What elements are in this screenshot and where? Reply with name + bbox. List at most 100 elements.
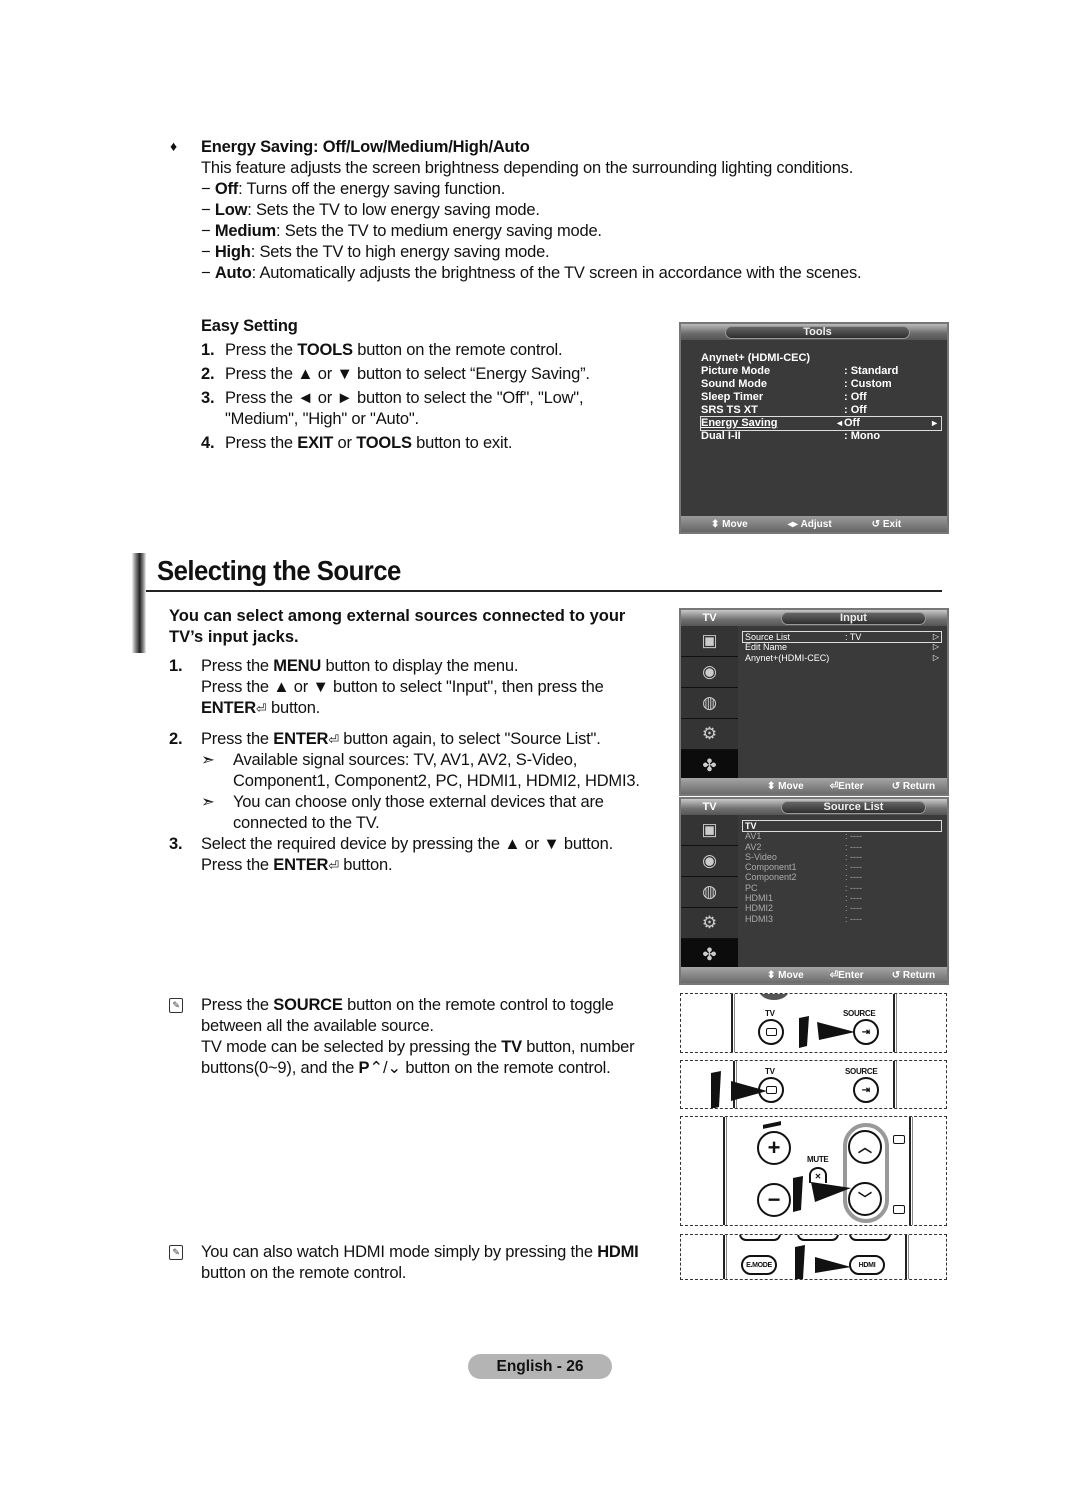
enter-icon: ⏎ (328, 732, 339, 747)
pointer-arrow-icon (711, 1071, 767, 1108)
input-icon[interactable]: ✤ (681, 750, 738, 781)
remote-button-partial[interactable] (739, 1235, 781, 1241)
channel-down-button[interactable]: ﹀ (848, 1182, 882, 1216)
step-2: 2. Press the ▲ or ▼ button to select “Ene… (201, 365, 590, 383)
volume-up-button[interactable]: + (757, 1131, 791, 1165)
remote-tv-illustration: TV SOURCE ⇥ (680, 1060, 947, 1109)
source-label: SOURCE (845, 1067, 878, 1076)
mode-label: TV (702, 612, 717, 624)
input-row-edit-name[interactable]: Edit Name ▷ (743, 642, 941, 652)
hdmi-button[interactable]: HDMI (849, 1255, 885, 1275)
volume-down-button[interactable]: − (757, 1183, 791, 1217)
tools-osd-title: Tools (725, 326, 910, 339)
tools-row-picture-mode[interactable]: Picture Mode: Standard (701, 365, 941, 378)
tools-osd-screen: Tools Anynet+ (HDMI-CEC) Picture Mode: S… (679, 322, 949, 534)
tools-row-energy-saving[interactable]: Energy Saving ◄ Off ► (700, 416, 942, 431)
page-number-badge: English - 26 (468, 1354, 612, 1379)
source-list-osd-screen: TV Source List ▣ ◉ ◍ ⚙ ✤ TV AV1: ---- AV… (679, 797, 949, 985)
channel-icon[interactable]: ◍ (681, 688, 738, 719)
enter-hint: ⏎Enter (829, 780, 864, 792)
return-icon: ↺ (891, 780, 901, 792)
source-item-pc[interactable]: PC: ---- (743, 883, 941, 893)
move-hint: ⬍ Move (767, 969, 804, 981)
source-item-hdmi3[interactable]: HDMI3: ---- (743, 914, 941, 924)
submenu-arrow-icon: ▷ (932, 642, 939, 652)
tools-row-srs-ts-xt[interactable]: SRS TS XT: Off (701, 404, 941, 417)
tv-button[interactable] (758, 1019, 784, 1045)
tv-label: TV (765, 1009, 775, 1018)
leftright-icon: ◂▸ (787, 518, 798, 530)
updown-icon: ⬍ (767, 780, 776, 792)
option-high: − High: Sets the TV to high energy savin… (201, 243, 550, 261)
submenu-arrow-icon: ▷ (932, 632, 939, 641)
exit-hint: ↺ Exit (871, 518, 902, 530)
source-item-av2[interactable]: AV2: ---- (743, 842, 941, 852)
return-icon: ↺ (871, 518, 881, 530)
right-arrow-icon[interactable]: ► (930, 417, 939, 430)
adjust-hint: ◂▸ Adjust (787, 518, 832, 530)
source-step-2: 2. Press the ENTER⏎ button again, to sel… (169, 729, 669, 834)
picture-icon[interactable]: ▣ (681, 626, 738, 657)
source-step-3: 3. Select the required device by pressin… (169, 835, 613, 874)
input-row-source-list[interactable]: Source List: TV ▷ (742, 630, 942, 644)
osd-side-menu: ▣ ◉ ◍ ⚙ ✤ (681, 626, 738, 781)
enter-icon: ⏎ (829, 780, 839, 792)
step-1: 1. Press the TOOLS button on the remote c… (201, 341, 563, 359)
tools-row-dual[interactable]: Dual I-II: Mono (701, 430, 941, 443)
return-hint: ↺ Return (891, 780, 936, 792)
source-steps: 1. Press the MENU button to display the … (169, 656, 669, 876)
memo-note-icon: ✎ (169, 1245, 183, 1260)
remote-button-partial[interactable] (849, 1235, 891, 1241)
channel-up-button[interactable]: ︿ (848, 1130, 882, 1164)
sound-icon[interactable]: ◉ (681, 657, 738, 688)
note-arrow-icon: ➣ (201, 751, 215, 769)
source-button[interactable]: ⇥ (853, 1077, 879, 1103)
sound-icon[interactable]: ◉ (681, 846, 738, 877)
pointer-arrow-icon (799, 1016, 855, 1048)
section-divider (146, 590, 942, 592)
easy-setting-heading: Easy Setting (201, 317, 298, 335)
channel-list-icon (893, 1205, 905, 1214)
remote-button-partial[interactable] (797, 1235, 839, 1241)
source-item-tv[interactable]: TV (742, 819, 942, 833)
section-title: Selecting the Source (157, 555, 401, 586)
note-arrow-icon: ➣ (201, 793, 215, 811)
tools-row-anynet[interactable]: Anynet+ (HDMI-CEC) (701, 352, 941, 365)
source-item-s-video[interactable]: S-Video: ---- (743, 852, 941, 862)
setup-icon[interactable]: ⚙ (681, 908, 738, 939)
energy-saving-heading: Energy Saving: Off/Low/Medium/High/Auto (201, 138, 530, 156)
tools-row-sleep-timer[interactable]: Sleep Timer: Off (701, 391, 941, 404)
section-marker-bar (132, 553, 146, 653)
source-item-component2[interactable]: Component2: ---- (743, 872, 941, 882)
osd-footer: ⬍ Move ⏎Enter ↺ Return (681, 967, 947, 983)
source-osd-title: Source List (781, 801, 926, 814)
source-item-hdmi1[interactable]: HDMI1: ---- (743, 893, 941, 903)
source-item-hdmi2[interactable]: HDMI2: ---- (743, 903, 941, 913)
bullet-diamond-icon: ♦ (170, 138, 178, 154)
source-item-av1[interactable]: AV1: ---- (743, 831, 941, 841)
osd-footer: ⬍ Move ◂▸ Adjust ↺ Exit (681, 516, 947, 532)
osd-side-menu: ▣ ◉ ◍ ⚙ ✤ (681, 815, 738, 970)
enter-icon: ⏎ (328, 858, 339, 873)
input-menu-list: Source List: TV ▷ Edit Name ▷ Anynet+(HDMI… (742, 630, 942, 663)
picture-icon[interactable]: ▣ (681, 815, 738, 846)
osd-footer: ⬍ Move ⏎Enter ↺ Return (681, 778, 947, 794)
updown-icon: ⬍ (767, 969, 776, 981)
input-osd-title: Input (781, 612, 926, 625)
source-item-component1[interactable]: Component1: ---- (743, 862, 941, 872)
input-row-anynet[interactable]: Anynet+(HDMI-CEC) ▷ (743, 653, 941, 663)
channel-icon[interactable]: ◍ (681, 877, 738, 908)
emode-button[interactable]: E.MODE (741, 1255, 777, 1275)
left-arrow-icon[interactable]: ◄ (835, 417, 844, 430)
setup-icon[interactable]: ⚙ (681, 719, 738, 750)
enter-hint: ⏎Enter (829, 969, 864, 981)
channel-list-icon (893, 1135, 905, 1144)
note-available-sources: ➣ Available signal sources: TV, AV1, AV2,… (201, 751, 640, 790)
step-4: 4. Press the EXIT or TOOLS button to exit… (201, 434, 513, 452)
note-connected-devices: ➣ You can choose only those external devi… (201, 793, 604, 832)
pointer-arrow-icon (793, 1176, 851, 1212)
submenu-arrow-icon: ▷ (932, 652, 939, 662)
move-hint: ⬍ Move (767, 780, 804, 792)
input-icon[interactable]: ✤ (681, 939, 738, 970)
tools-row-sound-mode[interactable]: Sound Mode: Custom (701, 378, 941, 391)
